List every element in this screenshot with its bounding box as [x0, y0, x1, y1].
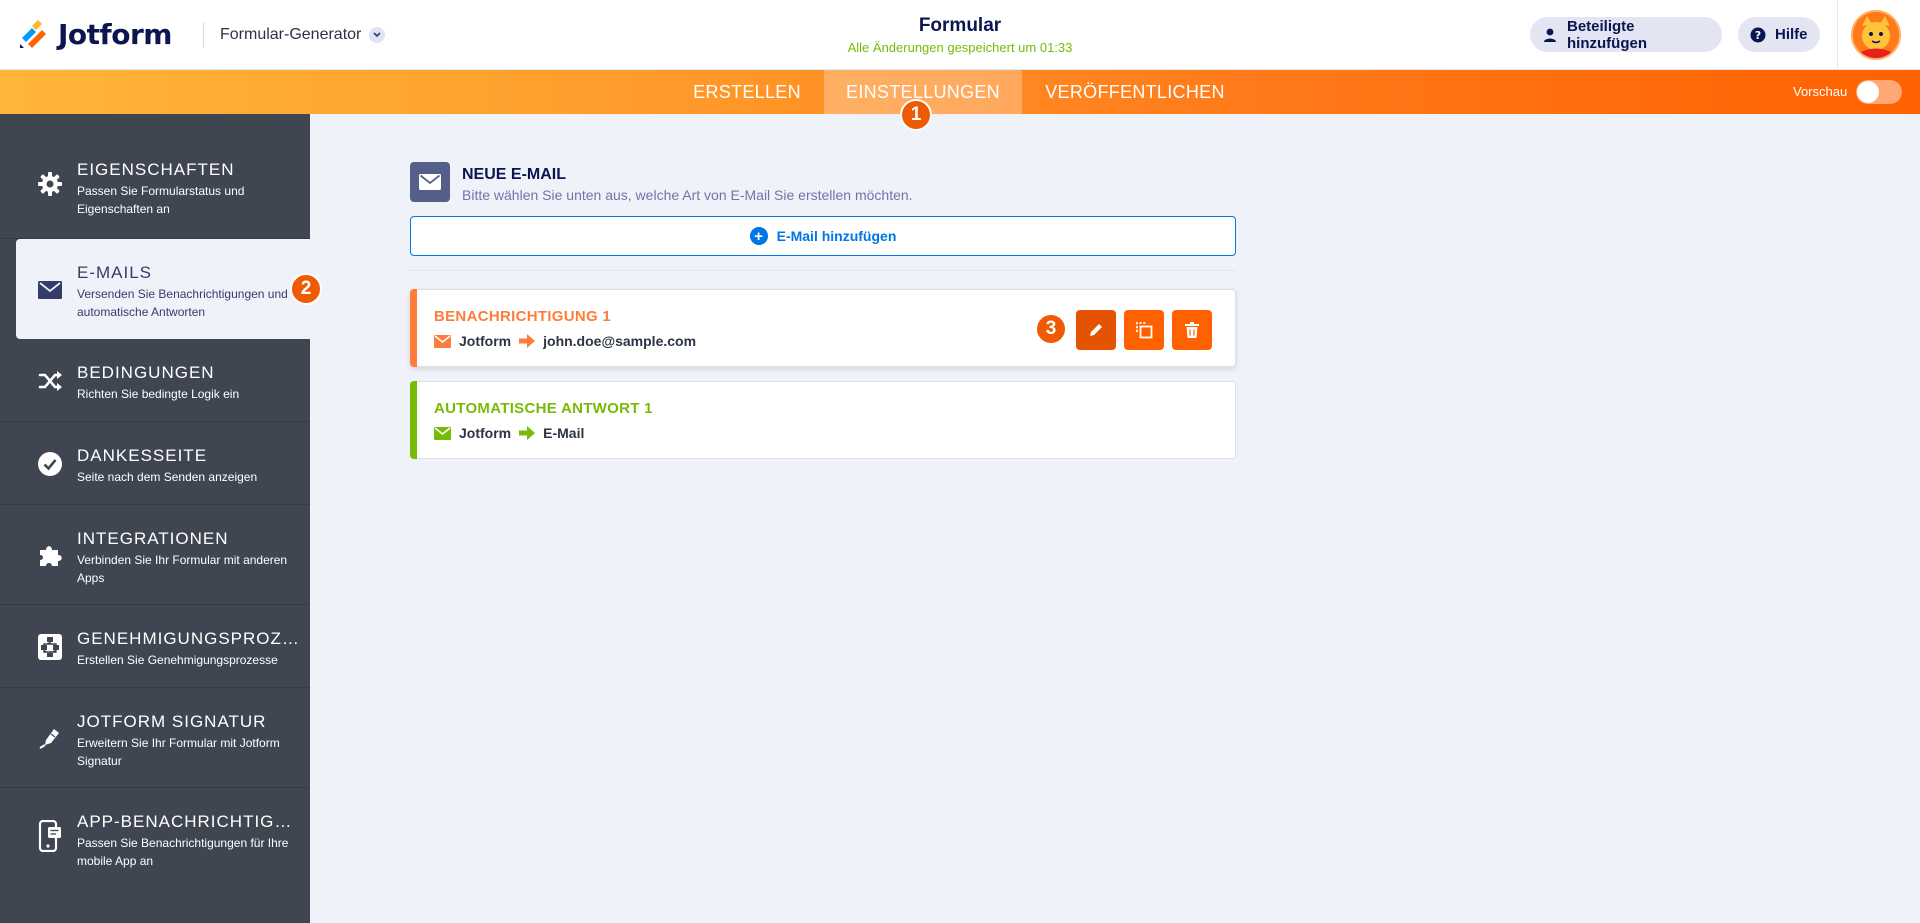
arrow-right-icon — [519, 334, 536, 348]
tab-build[interactable]: ERSTELLEN — [684, 70, 810, 114]
sidebar-item-title: JOTFORM SIGNATUR — [77, 712, 267, 731]
logo-wordmark: Jotform — [58, 17, 172, 51]
toggle-knob — [1857, 81, 1879, 103]
puzzle-icon — [36, 541, 64, 569]
avatar-image — [1853, 12, 1899, 58]
preview-label: Vorschau — [1793, 84, 1848, 99]
card-accent-bar — [410, 289, 417, 367]
clone-email-button[interactable] — [1124, 310, 1164, 350]
new-email-icon — [410, 162, 450, 202]
jotform-logo-icon — [20, 20, 46, 48]
sidebar-item-conditions[interactable]: BEDINGUNGEN Richten Sie bedingte Logik e… — [0, 339, 310, 422]
sidebar-item-desc: Versenden Sie Benachrichtigungen und aut… — [77, 287, 288, 319]
user-icon — [1542, 27, 1558, 43]
email-card-title: BENACHRICHTIGUNG 1 — [434, 308, 612, 325]
email-card-title: AUTOMATISCHE ANTWORT 1 — [434, 400, 653, 417]
invite-label: Beteiligte hinzufügen — [1567, 17, 1647, 52]
sidebar-item-title: APP-BENACHRICHTIGUNG — [77, 812, 302, 831]
envelope-icon — [434, 426, 451, 440]
sidebar-item-desc: Verbinden Sie Ihr Formular mit anderen A… — [77, 553, 288, 585]
top-bar: Jotform Formular-Generator Formular Alle… — [0, 0, 1920, 70]
step-marker-2: 2 — [290, 273, 322, 305]
email-card-autoresponder[interactable]: AUTOMATISCHE ANTWORT 1 Jotform E-Mail — [410, 381, 1236, 459]
form-title: Formular — [918, 15, 1002, 36]
envelope-icon — [36, 276, 64, 304]
step-marker-3: 3 — [1035, 313, 1067, 345]
plus-circle-icon: + — [749, 227, 768, 245]
email-to: E-Mail — [543, 425, 585, 441]
sidebar-item-signature[interactable]: JOTFORM SIGNATUR Erweitern Sie Ihr Formu… — [0, 688, 310, 788]
add-email-label: E-Mail hinzufügen — [776, 228, 897, 244]
preview-toggle[interactable] — [1856, 80, 1902, 104]
sidebar-item-desc: Passen Sie Formularstatus und Eigenschaf… — [77, 184, 245, 216]
email-card-notification[interactable]: BENACHRICHTIGUNG 1 Jotform john.doe@samp… — [410, 289, 1236, 367]
sidebar-item-integrations[interactable]: INTEGRATIONEN Verbinden Sie Ihr Formular… — [0, 505, 310, 605]
pen-icon — [36, 724, 64, 752]
email-from: Jotform — [459, 425, 512, 441]
sidebar-item-app-notifications[interactable]: APP-BENACHRICHTIGUNG Passen Sie Benachri… — [0, 788, 310, 888]
sidebar-item-desc: Passen Sie Benachrichtigungen für Ihre m… — [77, 836, 289, 868]
step-marker-1: 1 — [900, 99, 932, 131]
workflow-icon — [36, 633, 64, 661]
sidebar-item-emails[interactable]: E-MAILS Versenden Sie Benachrichtigungen… — [16, 239, 310, 339]
invite-collaborators-button[interactable]: Beteiligte hinzufügen — [1530, 17, 1722, 52]
check-circle-icon — [36, 450, 64, 478]
shuffle-icon — [36, 367, 64, 395]
help-label: Hilfe — [1775, 26, 1808, 43]
add-email-button[interactable]: + E-Mail hinzufügen — [410, 216, 1236, 256]
builder-dropdown[interactable]: Formular-Generator — [220, 22, 386, 48]
sidebar-item-desc: Richten Sie bedingte Logik ein — [77, 387, 240, 401]
question-icon: ? — [1750, 27, 1766, 43]
sidebar-item-desc: Erweitern Sie Ihr Formular mit Jotform S… — [77, 736, 280, 768]
new-email-subtitle: Bitte wählen Sie unten aus, welche Art v… — [462, 187, 913, 203]
email-route: Jotform E-Mail — [434, 423, 584, 443]
help-button[interactable]: ? Hilfe — [1738, 17, 1820, 52]
sidebar-item-title: E-MAILS — [77, 263, 153, 282]
sidebar-item-title: DANKESSEITE — [77, 446, 208, 465]
sidebar-item-title: BEDINGUNGEN — [77, 363, 215, 382]
avatar-divider — [1837, 0, 1838, 70]
svg-text:?: ? — [1755, 29, 1761, 42]
tab-publish[interactable]: VERÖFFENTLICHEN — [1022, 70, 1248, 114]
card-accent-bar — [410, 381, 417, 459]
settings-sidebar: EIGENSCHAFTEN Passen Sie Formularstatus … — [0, 114, 310, 923]
sidebar-item-title: INTEGRATIONEN — [77, 529, 229, 548]
edit-email-button[interactable] — [1076, 310, 1116, 350]
trash-icon — [1185, 322, 1199, 338]
envelope-icon — [419, 174, 441, 190]
save-status: Alle Änderungen gespeichert um 01:33 — [847, 40, 1073, 55]
email-to: john.doe@sample.com — [543, 333, 697, 349]
new-email-title: NEUE E-MAIL — [462, 166, 566, 183]
section-divider — [410, 270, 1236, 271]
email-from: Jotform — [459, 333, 512, 349]
chevron-down-icon — [369, 27, 386, 43]
avatar[interactable] — [1851, 10, 1901, 60]
sidebar-item-title: GENEHMIGUNGSPROZES... — [77, 629, 302, 648]
sidebar-item-desc: Erstellen Sie Genehmigungsprozesse — [77, 653, 278, 667]
header-divider — [203, 22, 204, 48]
sidebar-item-approvals[interactable]: GENEHMIGUNGSPROZES... Erstellen Sie Gene… — [0, 605, 310, 688]
sidebar-item-properties[interactable]: EIGENSCHAFTEN Passen Sie Formularstatus … — [0, 114, 310, 239]
builder-tab-bar: ERSTELLEN EINSTELLUNGEN VERÖFFENTLICHEN … — [0, 70, 1920, 114]
mobile-icon — [36, 820, 64, 852]
sidebar-item-desc: Seite nach dem Senden anzeigen — [77, 470, 258, 484]
sidebar-item-title: EIGENSCHAFTEN — [77, 160, 235, 179]
arrow-right-icon — [519, 426, 536, 440]
builder-dropdown-label: Formular-Generator — [220, 26, 362, 43]
email-route: Jotform john.doe@sample.com — [434, 331, 696, 351]
pencil-icon — [1090, 324, 1102, 336]
jotform-logo[interactable]: Jotform — [18, 16, 172, 52]
envelope-icon — [434, 334, 451, 348]
gear-icon — [36, 170, 64, 198]
sidebar-item-thankyou[interactable]: DANKESSEITE Seite nach dem Senden anzeig… — [0, 422, 310, 505]
delete-email-button[interactable] — [1172, 310, 1212, 350]
clone-icon — [1136, 322, 1153, 339]
